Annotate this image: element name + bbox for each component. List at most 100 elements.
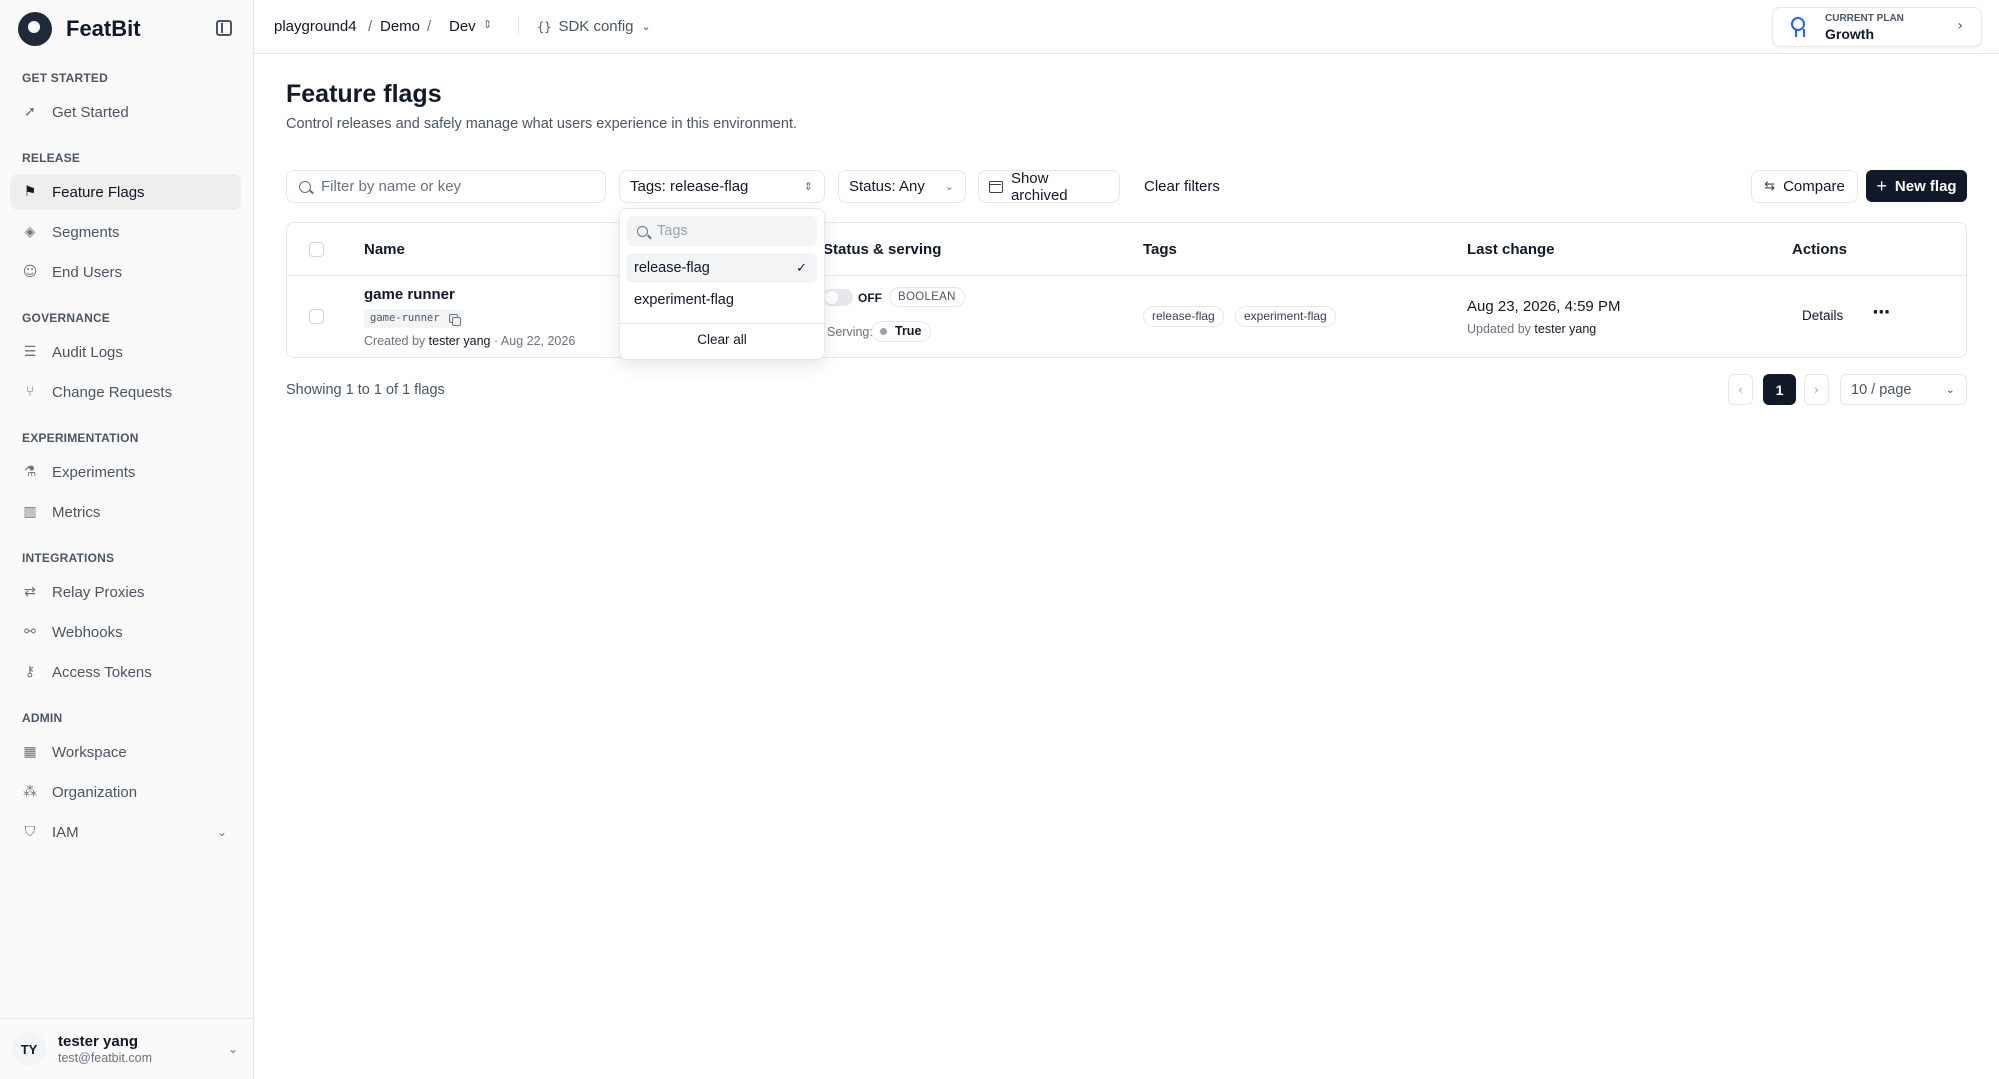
sidebar: FeatBit GET STARTED ➚ Get Started RELEAS… <box>0 0 254 1079</box>
topbar: playground4 / Demo / Dev ⇕ {} SDK config… <box>254 0 1999 54</box>
sidebar-item-workspace[interactable]: ▦ Workspace <box>10 734 241 770</box>
flag-key-text: game-runner <box>370 312 440 324</box>
search-input[interactable] <box>321 178 601 195</box>
sidebar-item-iam[interactable]: ⛉ IAM ⌄ <box>10 814 241 850</box>
plan-value: Growth <box>1825 26 1874 42</box>
flag-key: game-runner <box>364 309 464 328</box>
updated-by: tester yang <box>1534 322 1597 336</box>
sidebar-item-feature-flags[interactable]: ⚑ Feature Flags <box>10 174 241 210</box>
tag-option-experiment-flag[interactable]: experiment-flag <box>627 285 817 315</box>
chevron-up-down-icon[interactable]: ⇕ <box>483 18 492 31</box>
tags-search-box[interactable] <box>627 216 817 246</box>
row-checkbox[interactable] <box>309 309 324 324</box>
flask-icon: ⚗ <box>23 464 37 480</box>
bar-chart-icon: ▥ <box>23 504 37 520</box>
status-filter-label: Status: Any <box>849 178 925 195</box>
sidebar-item-experiments[interactable]: ⚗ Experiments <box>10 454 241 490</box>
plus-icon: + <box>1876 176 1887 196</box>
breadcrumb-environment[interactable]: Dev <box>449 18 476 35</box>
sidebar-item-label: Feature Flags <box>52 183 145 201</box>
sidebar-item-label: Access Tokens <box>52 663 152 681</box>
column-header-status: Status & serving <box>823 241 942 258</box>
tags-search-input[interactable] <box>657 223 807 239</box>
sidebar-item-get-started[interactable]: ➚ Get Started <box>10 94 241 130</box>
new-flag-label: New flag <box>1894 177 1957 195</box>
sdk-config-button[interactable]: {} SDK config ⌄ <box>537 18 651 35</box>
chevron-down-icon: ⌄ <box>227 1042 238 1056</box>
featbit-logo-icon <box>18 12 52 46</box>
sidebar-item-change-requests[interactable]: ⑂ Change Requests <box>10 374 241 410</box>
breadcrumb-separator: / <box>368 18 373 35</box>
clear-filters-button[interactable]: Clear filters <box>1144 178 1220 195</box>
sidebar-item-webhooks[interactable]: ⚯ Webhooks <box>10 614 241 650</box>
created-by: tester yang <box>428 334 491 348</box>
list-icon: ☰ <box>23 344 37 360</box>
user-name: tester yang <box>58 1033 139 1050</box>
divider <box>620 323 824 324</box>
sidebar-item-organization[interactable]: ⁂ Organization <box>10 774 241 810</box>
git-pull-request-icon: ⑂ <box>25 384 35 400</box>
sidebar-item-label: Change Requests <box>52 383 173 401</box>
sidebar-item-label: Relay Proxies <box>52 583 145 601</box>
page-size-select[interactable]: 10 / page ⌄ <box>1840 374 1967 405</box>
sidebar-item-audit-logs[interactable]: ☰ Audit Logs <box>10 334 241 370</box>
sidebar-item-label: IAM <box>52 823 79 841</box>
collapse-sidebar-icon[interactable] <box>216 20 232 36</box>
details-button[interactable]: Details <box>1802 308 1843 323</box>
created-by-label: Created by <box>364 334 426 348</box>
column-header-name: Name <box>364 241 405 258</box>
section-title-governance: GOVERNANCE <box>22 311 111 325</box>
page-number-button[interactable]: 1 <box>1763 374 1796 405</box>
section-title-experimentation: EXPERIMENTATION <box>22 431 139 445</box>
tag-badge: experiment-flag <box>1235 306 1336 327</box>
section-title-release: RELEASE <box>22 151 81 165</box>
sidebar-item-label: Audit Logs <box>52 343 123 361</box>
tag-badge: release-flag <box>1143 306 1224 327</box>
flag-name[interactable]: game runner <box>364 286 455 303</box>
breadcrumb-environment-group[interactable]: Demo <box>380 18 420 35</box>
column-header-tags: Tags <box>1143 241 1177 258</box>
tags-dropdown: release-flag ✓ experiment-flag Clear all <box>619 208 825 360</box>
user-icon: ☺ <box>22 264 38 280</box>
sidebar-item-relay-proxies[interactable]: ⇄ Relay Proxies <box>10 574 241 610</box>
compare-button[interactable]: ⇆ Compare <box>1751 170 1858 203</box>
breadcrumb-project[interactable]: playground4 <box>274 18 357 35</box>
relay-icon: ⇄ <box>24 584 36 600</box>
copy-icon[interactable] <box>448 314 461 326</box>
sidebar-item-segments[interactable]: ◈ Segments <box>10 214 241 250</box>
sidebar-item-access-tokens[interactable]: ⚷ Access Tokens <box>10 654 241 690</box>
flag-type-badge: BOOLEAN <box>889 287 965 307</box>
show-archived-button[interactable]: Show archived <box>978 169 1120 204</box>
tag-option-release-flag[interactable]: release-flag ✓ <box>627 253 817 283</box>
sdk-config-label: SDK config <box>558 18 634 35</box>
sidebar-item-label: End Users <box>52 263 123 281</box>
updated-meta: Updated by tester yang <box>1467 322 1596 336</box>
serving-label: Serving: <box>827 325 873 339</box>
sidebar-item-end-users[interactable]: ☺ End Users <box>10 254 241 290</box>
created-meta: Created by tester yang · Aug 22, 2026 <box>364 334 575 348</box>
tags-filter-label: Tags: release-flag <box>630 178 749 195</box>
new-flag-button[interactable]: + New flag <box>1866 170 1967 202</box>
tags-filter[interactable]: Tags: release-flag ⇕ <box>619 170 825 203</box>
sidebar-item-metrics[interactable]: ▥ Metrics <box>10 494 241 530</box>
next-page-button[interactable]: › <box>1804 374 1829 405</box>
section-title-get-started: GET STARTED <box>22 71 108 85</box>
flag-toggle[interactable] <box>823 289 853 306</box>
prev-page-button[interactable]: ‹ <box>1728 374 1753 405</box>
more-options-icon[interactable]: ··· <box>1872 302 1890 323</box>
organization-icon: ⁂ <box>23 784 37 800</box>
check-icon: ✓ <box>796 260 807 276</box>
search-box[interactable] <box>286 170 606 203</box>
status-filter[interactable]: Status: Any ⌄ <box>838 170 966 203</box>
select-all-checkbox[interactable] <box>309 242 324 257</box>
user-menu[interactable]: TY tester yang test@featbit.com ⌄ <box>0 1018 254 1079</box>
search-icon <box>299 180 311 193</box>
created-date: · Aug 22, 2026 <box>493 334 576 348</box>
brand-logo[interactable]: FeatBit <box>18 12 141 46</box>
plan-label: CURRENT PLAN <box>1825 13 1904 24</box>
clear-all-button[interactable]: Clear all <box>620 332 824 347</box>
sidebar-item-label: Experiments <box>52 463 136 481</box>
show-archived-label: Show archived <box>1010 169 1068 204</box>
current-plan-card[interactable]: CURRENT PLAN Growth › <box>1772 7 1982 47</box>
key-icon: ⚷ <box>24 664 36 680</box>
